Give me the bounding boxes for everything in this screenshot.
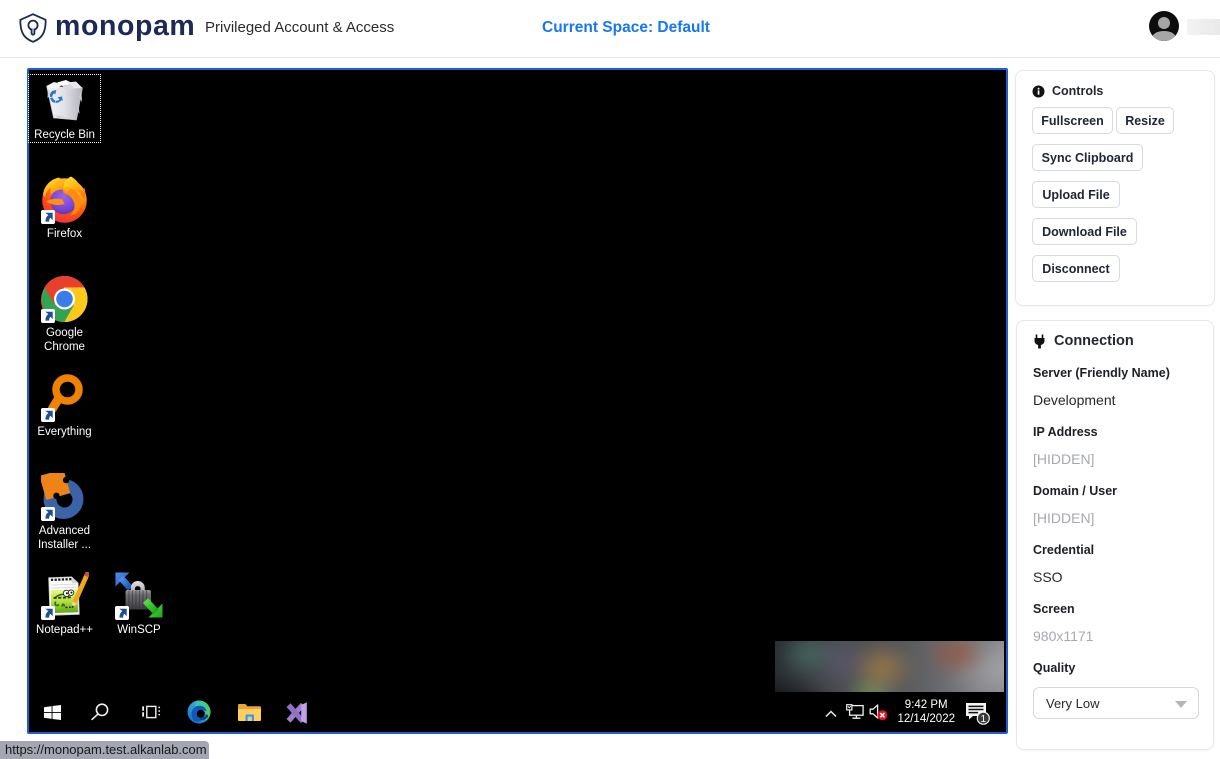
svg-text:1: 1 bbox=[981, 713, 987, 724]
